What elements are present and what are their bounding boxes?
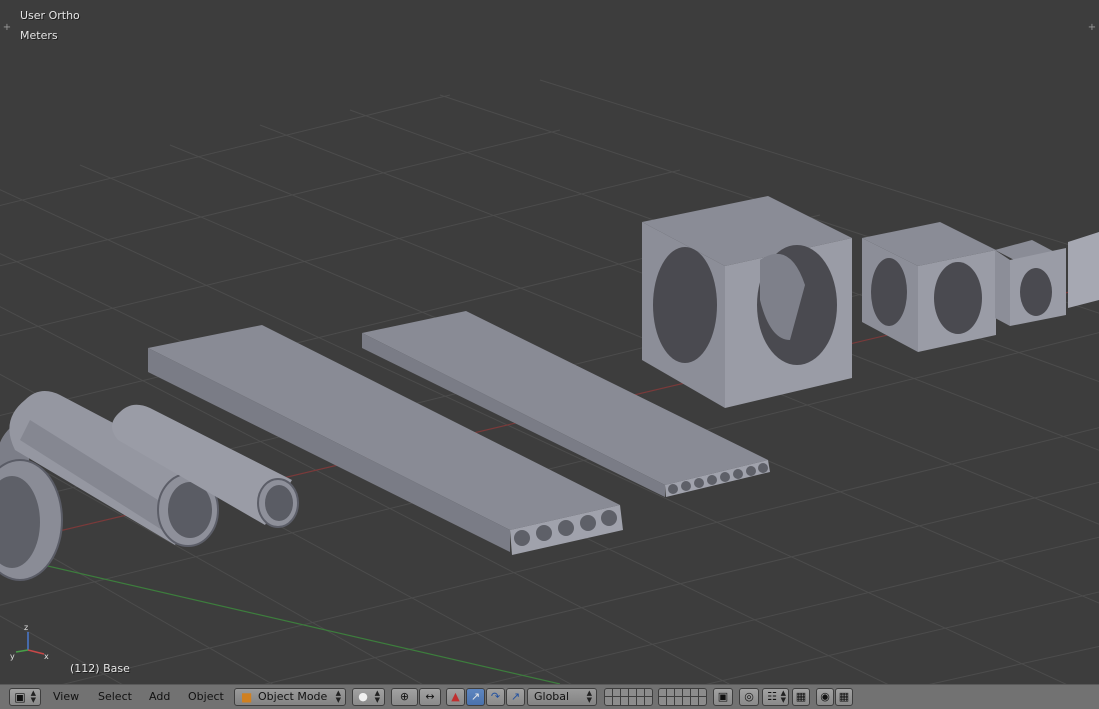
viewport-shading-button[interactable]: ● ▲ ▼ — [352, 688, 385, 706]
cube-frame-large — [642, 196, 852, 408]
chevron-updown-icon: ▲ ▼ — [335, 689, 341, 704]
manipulator-axes-icon: ▲ — [451, 690, 460, 703]
scale-icon: ↗ — [510, 690, 521, 703]
transform-orientation-selector[interactable]: Global ▲ ▼ — [527, 688, 597, 706]
3d-viewport[interactable]: z x y User Ortho Meters (112) Base + + — [0, 0, 1099, 684]
lock-scene-button[interactable]: ▣ — [713, 688, 733, 706]
lock-scene-icon: ▣ — [717, 690, 729, 703]
snap-toggle-button[interactable]: ↔ — [419, 688, 441, 706]
editor-type-cube-icon: ▣ — [14, 690, 26, 704]
units-label: Meters — [20, 29, 58, 42]
snap-element-button[interactable]: ☷ ▲ ▼ — [762, 688, 789, 706]
rotate-manipulator-button[interactable]: ↷ — [486, 688, 505, 706]
chevron-updown-icon: ▲ ▼ — [374, 689, 380, 704]
layer-grid-secondary[interactable] — [658, 688, 707, 706]
cube-frame-medium — [862, 222, 996, 352]
snap-target-button[interactable]: ▦ — [792, 688, 810, 706]
layer-grid-icon[interactable] — [604, 688, 653, 706]
svg-text:y: y — [10, 652, 15, 661]
chevron-updown-icon: ▲ ▼ — [30, 689, 36, 704]
proportional-edit-icon: ◎ — [744, 690, 754, 703]
axis-gizmo: z x y — [10, 623, 49, 661]
menu-add[interactable]: Add — [149, 689, 170, 705]
editor-type-button[interactable]: ▣ ▲ ▼ — [9, 688, 41, 706]
snap-target-icon: ▦ — [795, 690, 807, 703]
scene-canvas[interactable]: z x y — [0, 0, 1099, 684]
panel-far-right — [1068, 232, 1099, 308]
active-object-label: (112) Base — [70, 662, 130, 675]
chevron-updown-icon: ▲ ▼ — [780, 689, 786, 704]
orientation-label: Global — [534, 690, 570, 703]
render-camera-button[interactable]: ◉ — [816, 688, 834, 706]
view-name-label: User Ortho — [20, 9, 80, 22]
scale-manipulator-button[interactable]: ↗ — [506, 688, 525, 706]
render-animation-button[interactable]: ▦ — [835, 688, 853, 706]
menu-view[interactable]: View — [53, 689, 79, 705]
snap-element-icon: ☷ — [767, 690, 777, 703]
mode-selector[interactable]: ■ Object Mode ▲ ▼ — [234, 688, 346, 706]
pivot-point-icon: ⊕ — [399, 690, 410, 703]
region-expand-left-icon[interactable]: + — [2, 23, 12, 33]
translate-manipulator-button[interactable]: ↗ — [466, 688, 485, 706]
viewport-header: ▣ ▲ ▼ View Select Add Object ■ Object Mod… — [0, 684, 1099, 709]
rotate-icon: ↷ — [490, 690, 501, 703]
viewport-shading-icon: ● — [358, 690, 368, 703]
menu-object[interactable]: Object — [188, 689, 224, 705]
render-camera-icon: ◉ — [820, 690, 830, 703]
region-expand-right-icon[interactable]: + — [1087, 23, 1097, 33]
chevron-updown-icon: ▲ ▼ — [586, 689, 592, 704]
proportional-edit-button[interactable]: ◎ — [739, 688, 759, 706]
cube-frame-small — [995, 240, 1066, 326]
menu-select[interactable]: Select — [98, 689, 132, 705]
mode-label: Object Mode — [258, 690, 328, 703]
clapper-icon: ▦ — [838, 690, 850, 703]
object-mode-cube-icon: ■ — [241, 690, 253, 704]
svg-text:x: x — [44, 652, 49, 661]
pivot-point-button[interactable]: ⊕ — [391, 688, 418, 706]
manipulator-toggle[interactable]: ▲ — [446, 688, 465, 706]
svg-text:z: z — [24, 623, 28, 632]
snap-icon: ↔ — [425, 690, 435, 703]
translate-arrow-icon: ↗ — [470, 690, 481, 703]
